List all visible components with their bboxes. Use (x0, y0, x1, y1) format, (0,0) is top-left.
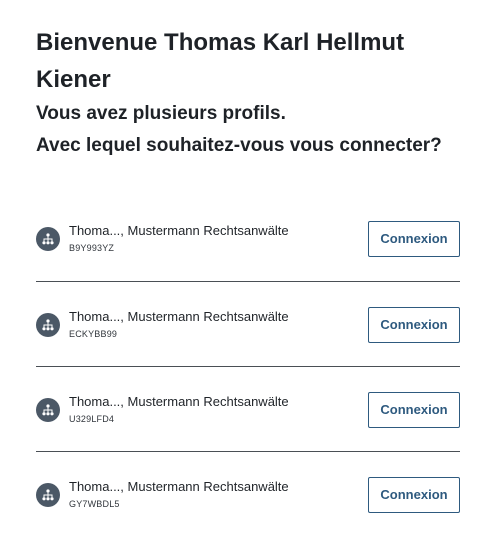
subtitle-choose-profile: Avec lequel souhaitez-vous vous connecte… (36, 135, 442, 156)
profile-name: Thoma..., Mustermann Rechtsanwälte (69, 394, 289, 409)
profile-id: ECKYBB99 (69, 329, 118, 339)
organization-icon (36, 313, 60, 337)
profile-selection-page: Bienvenue Thomas Karl Hellmut Kiener Vou… (0, 0, 498, 550)
organization-icon (36, 483, 60, 507)
profile-name: Thoma..., Mustermann Rechtsanwälte (69, 309, 289, 324)
profile-row: Thoma..., Mustermann Rechtsanwälte B9Y99… (36, 196, 460, 281)
connect-button[interactable]: Connexion (368, 221, 460, 257)
organization-icon (36, 227, 60, 251)
profile-id: B9Y993YZ (69, 243, 115, 253)
profile-row: Thoma..., Mustermann Rechtsanwälte ECKYB… (36, 281, 460, 366)
profile-name: Thoma..., Mustermann Rechtsanwälte (69, 223, 289, 238)
organization-icon (36, 398, 60, 422)
profile-id: GY7WBDL5 (69, 499, 120, 509)
connect-button[interactable]: Connexion (368, 392, 460, 428)
profile-id: U329LFD4 (69, 414, 115, 424)
profile-list: Thoma..., Mustermann Rechtsanwälte B9Y99… (36, 196, 460, 536)
subtitle-multiple-profiles: Vous avez plusieurs profils. (36, 103, 286, 124)
profile-name: Thoma..., Mustermann Rechtsanwälte (69, 479, 289, 494)
welcome-title: Bienvenue Thomas Karl Hellmut Kiener (36, 29, 405, 93)
profile-row: Thoma..., Mustermann Rechtsanwälte GY7WB… (36, 451, 460, 536)
connect-button[interactable]: Connexion (368, 477, 460, 513)
connect-button[interactable]: Connexion (368, 307, 460, 343)
profile-row: Thoma..., Mustermann Rechtsanwälte U329L… (36, 366, 460, 451)
